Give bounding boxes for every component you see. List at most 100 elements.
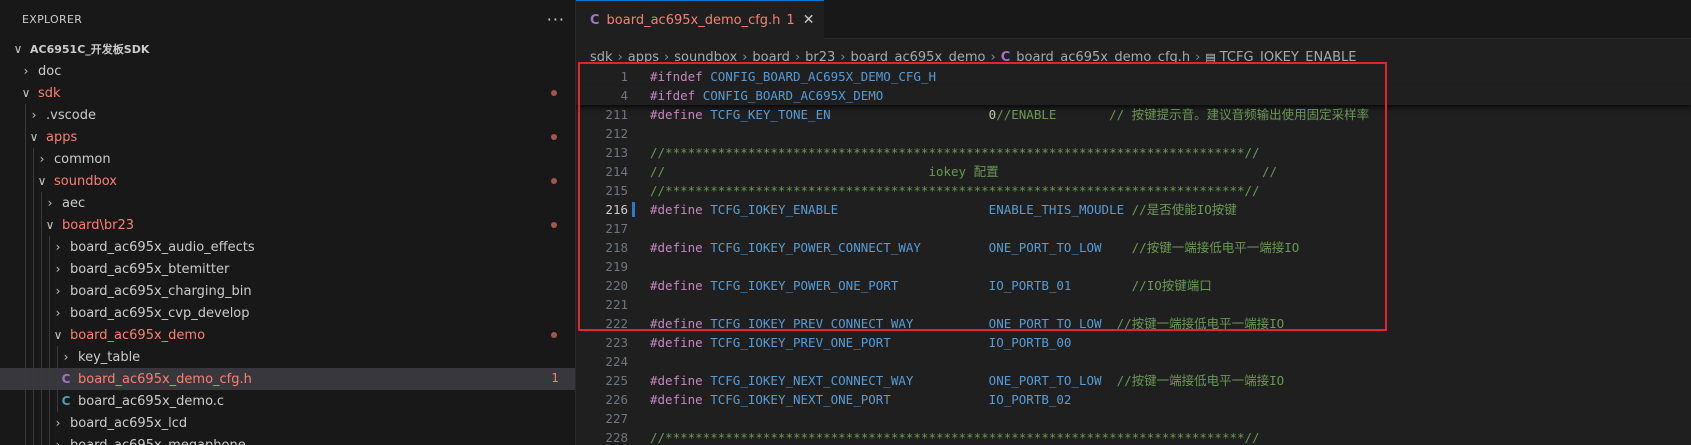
tab-board-ac695x-demo-cfg[interactable]: C board_ac695x_demo_cfg.h 1 ✕	[576, 0, 825, 39]
tree-item-label: key_table	[78, 349, 141, 365]
indent-guide	[25, 390, 26, 412]
tree-folder-item[interactable]: › board_ac695x_lcd	[0, 412, 575, 434]
indent-guide	[49, 236, 50, 258]
code-text: #define TCFG_IOKEY_NEXT_ONE_PORT IO_PORT…	[650, 390, 1071, 409]
code-line[interactable]: 227	[576, 409, 1691, 428]
indent-guide	[49, 434, 50, 445]
line-number: 227	[605, 411, 628, 426]
tree-folder-item[interactable]: › board_ac695x_charging_bin	[0, 280, 575, 302]
line-number: 218	[605, 240, 628, 255]
code-line[interactable]: 218 #define TCFG_IOKEY_POWER_CONNECT_WAY …	[576, 238, 1691, 257]
tree-folder-item[interactable]: › .vscode	[0, 104, 575, 126]
code-line[interactable]: 216 #define TCFG_IOKEY_ENABLE ENABLE_THIS…	[576, 200, 1691, 219]
problem-count-badge: 1	[551, 371, 559, 385]
tree-folder-item[interactable]: › board_ac695x_megaphone	[0, 434, 575, 445]
code-line[interactable]: 228 //***********************************…	[576, 428, 1691, 445]
tab-bar: C board_ac695x_demo_cfg.h 1 ✕	[576, 0, 1691, 39]
code-token: //ENABLE // 按键提示音。建议音频输出使用固定采样率	[996, 107, 1370, 122]
code-token: CONFIG_BOARD_AC695X_DEMO	[702, 88, 884, 103]
code-token: //按键一端接低电平一端接IO	[1116, 373, 1285, 388]
indent-guide	[57, 390, 58, 412]
indent-guide	[41, 258, 42, 280]
tree-folder-item[interactable]: › board_ac695x_btemitter	[0, 258, 575, 280]
tree-folder-item[interactable]: › aec	[0, 192, 575, 214]
close-icon[interactable]: ✕	[803, 12, 815, 28]
tree-folder-item[interactable]: ∨ soundbox	[0, 170, 575, 192]
code-line[interactable]: 223 #define TCFG_IOKEY_PREV_ONE_PORT IO_P…	[576, 333, 1691, 352]
code-token: //**************************************…	[650, 430, 1260, 445]
code-line[interactable]: 212	[576, 124, 1691, 143]
code-text: #ifndef CONFIG_BOARD_AC695X_DEMO_CFG_H	[650, 67, 936, 86]
code-token: //IO按键端口	[1131, 278, 1212, 293]
tree-folder-item[interactable]: ∨ apps	[0, 126, 575, 148]
indent-guide	[25, 346, 26, 368]
gutter	[628, 162, 650, 181]
code-token: //按键一端接低电平一端接IO	[1116, 316, 1285, 331]
code-text: #define TCFG_IOKEY_ENABLE ENABLE_THIS_MO…	[650, 200, 1237, 219]
indent-guide	[41, 324, 42, 346]
code-line[interactable]: 222 #define TCFG_IOKEY_PREV_CONNECT_WAY O…	[576, 314, 1691, 333]
code-line[interactable]: 211 #define TCFG_KEY_TONE_EN 0//ENABLE //…	[576, 105, 1691, 124]
tree-folder-item[interactable]: ∨ board_ac695x_demo	[0, 324, 575, 346]
breadcrumb-item[interactable]: board	[752, 50, 790, 65]
tree-folder-item[interactable]: › common	[0, 148, 575, 170]
tree-file-item[interactable]: Cboard_ac695x_demo.c	[0, 390, 575, 412]
breadcrumb: sdk › apps › soundbox › board › br23 › board_ac695…	[576, 46, 1691, 68]
more-actions-icon[interactable]: ···	[547, 10, 565, 29]
code-editor[interactable]: 1 #ifndef CONFIG_BOARD_AC695X_DEMO_CFG_H 4…	[576, 67, 1691, 445]
breadcrumb-item[interactable]: br23	[805, 50, 835, 65]
tree-folder-item[interactable]: ∨ board\br23	[0, 214, 575, 236]
indent-guide	[25, 192, 26, 214]
chevron-right-icon: ›	[55, 416, 61, 430]
indent-guide	[41, 236, 42, 258]
breadcrumb-file[interactable]: board_ac695x_demo_cfg.h	[1016, 50, 1190, 65]
tree-folder-item[interactable]: › board_ac695x_audio_effects	[0, 236, 575, 258]
breadcrumb-item[interactable]: board_ac695x_demo	[850, 50, 985, 65]
code-line[interactable]: 221	[576, 295, 1691, 314]
tree-file-item[interactable]: Cboard_ac695x_demo_cfg.h 1	[0, 368, 575, 390]
chevron-down-icon: ∨	[53, 328, 63, 342]
indent-guide	[41, 280, 42, 302]
code-line[interactable]: 226 #define TCFG_IOKEY_NEXT_ONE_PORT IO_P…	[576, 390, 1691, 409]
code-line[interactable]: 225 #define TCFG_IOKEY_NEXT_CONNECT_WAY O…	[576, 371, 1691, 390]
code-line[interactable]: 224	[576, 352, 1691, 371]
line-number: 213	[605, 145, 628, 160]
gutter	[628, 333, 650, 352]
line-number: 228	[605, 430, 628, 445]
line-number: 1	[620, 69, 628, 84]
indent-guide	[41, 412, 42, 434]
indent-guide	[49, 258, 50, 280]
indent-guide	[25, 258, 26, 280]
code-line[interactable]: 213 //***********************************…	[576, 143, 1691, 162]
code-line[interactable]: 4 #ifdef CONFIG_BOARD_AC695X_DEMO	[576, 86, 1691, 105]
gutter	[628, 371, 650, 390]
breadcrumb-item[interactable]: sdk	[590, 50, 613, 65]
code-line[interactable]: 219	[576, 257, 1691, 276]
indent-guide	[25, 324, 26, 346]
indent-guide	[41, 368, 42, 390]
code-token: //**************************************…	[650, 183, 1260, 198]
tree-folder-item[interactable]: › key_table	[0, 346, 575, 368]
code-token: //**************************************…	[650, 145, 1260, 160]
indent-guide	[33, 170, 34, 192]
code-line[interactable]: 220 #define TCFG_IOKEY_POWER_ONE_PORT IO_…	[576, 276, 1691, 295]
code-token: TCFG_IOKEY_POWER_CONNECT_WAY ONE_PORT_TO…	[710, 240, 1132, 255]
tree-item-label: soundbox	[54, 173, 117, 189]
tree-folder-item[interactable]: › board_ac695x_cvp_develop	[0, 302, 575, 324]
code-line[interactable]: 217	[576, 219, 1691, 238]
breadcrumb-item[interactable]: soundbox	[674, 50, 737, 65]
code-text: #define TCFG_IOKEY_POWER_ONE_PORT IO_POR…	[650, 276, 1212, 295]
code-text: // iokey 配置 //	[650, 162, 1277, 181]
breadcrumb-item[interactable]: apps	[628, 50, 659, 65]
tree-folder-item[interactable]: ∨ sdk	[0, 82, 575, 104]
line-number: 211	[605, 107, 628, 122]
breadcrumb-symbol[interactable]: TCFG_IOKEY_ENABLE	[1220, 50, 1357, 65]
tree-folder-item[interactable]: › doc	[0, 60, 575, 82]
code-line[interactable]: 215 //***********************************…	[576, 181, 1691, 200]
tree-folder-item[interactable]: ∨ AC6951C_开发板SDK	[0, 38, 575, 60]
code-line[interactable]: 214 // iokey 配置 //	[576, 162, 1691, 181]
gutter	[628, 409, 650, 428]
code-line[interactable]: 1 #ifndef CONFIG_BOARD_AC695X_DEMO_CFG_H	[576, 67, 1691, 86]
line-number: 220	[605, 278, 628, 293]
code-token: #define	[650, 202, 711, 217]
